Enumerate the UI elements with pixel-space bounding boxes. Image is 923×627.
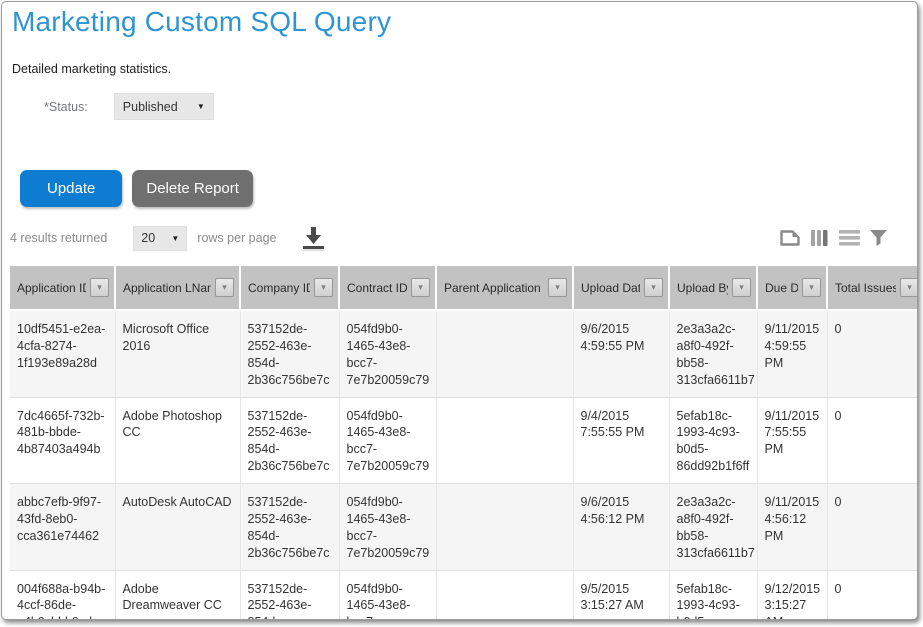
- column-header-application-lname[interactable]: Application LName▾: [115, 266, 240, 310]
- cell-upload-date: 9/6/2015 4:59:55 PM: [573, 310, 669, 397]
- column-header-upload-by[interactable]: Upload By▾: [669, 266, 757, 310]
- cell-application-lname: Adobe Photoshop CC: [115, 397, 240, 484]
- chevron-down-icon: ▼: [171, 234, 179, 243]
- column-header-upload-date[interactable]: Upload Date▾: [573, 266, 669, 310]
- cell-application-id: 004f688a-b94b-4ccf-86de-e4b9cbbb9cde: [10, 570, 115, 620]
- cell-application-lname: Microsoft Office 2016: [115, 310, 240, 397]
- cell-total-issues: 0: [827, 397, 918, 484]
- cell-parent-application-id: [436, 310, 573, 397]
- results-grid: Application ID▾ Application LName▾ Compa…: [10, 266, 917, 620]
- results-count: 4 results returned: [10, 231, 107, 245]
- cell-upload-by: 5efab18c-1993-4c93-b0d5-86dd92b1f6ff: [669, 570, 757, 620]
- chevron-down-icon: ▼: [197, 102, 205, 111]
- cell-application-lname: AutoDesk AutoCAD: [115, 484, 240, 571]
- chevron-down-icon: ▾: [321, 282, 326, 292]
- cell-due-date: 9/12/2015 3:15:27 AM: [757, 570, 827, 620]
- column-header-contract-id[interactable]: Contract ID▾: [339, 266, 436, 310]
- cell-due-date: 9/11/2015 4:56:12 PM: [757, 484, 827, 571]
- cell-upload-by: 5efab18c-1993-4c93-b0d5-86dd92b1f6ff: [669, 397, 757, 484]
- column-menu-button[interactable]: ▾: [314, 278, 333, 297]
- table-row: abbc7efb-9f97-43fd-8eb0-cca361e74462 Aut…: [10, 484, 918, 571]
- cell-application-id: 10df5451-e2ea-4cfa-8274-1f193e89a28d: [10, 310, 115, 397]
- cell-company-id: 537152de-2552-463e-854d-2b36c756be7c: [240, 310, 339, 397]
- cell-total-issues: 0: [827, 310, 918, 397]
- cell-parent-application-id: [436, 397, 573, 484]
- page-export-icon[interactable]: [779, 229, 801, 247]
- rows-icon[interactable]: [839, 230, 860, 246]
- cell-upload-date: 9/6/2015 4:56:12 PM: [573, 484, 669, 571]
- chevron-down-icon: ▾: [97, 282, 102, 292]
- column-menu-button[interactable]: ▾: [548, 278, 567, 297]
- column-header-application-id[interactable]: Application ID▾: [10, 266, 115, 310]
- cell-upload-date: 9/5/2015 3:15:27 AM: [573, 570, 669, 620]
- cell-parent-application-id: [436, 570, 573, 620]
- filter-icon[interactable]: [870, 230, 887, 246]
- chevron-down-icon: ▾: [222, 282, 227, 292]
- column-menu-button[interactable]: ▾: [411, 278, 430, 297]
- column-menu-button[interactable]: ▾: [732, 278, 751, 297]
- cell-due-date: 9/11/2015 4:59:55 PM: [757, 310, 827, 397]
- cell-company-id: 537152de-2552-463e-854d-2b36c756be7c: [240, 484, 339, 571]
- grid-view-icons: [779, 229, 887, 247]
- column-menu-button[interactable]: ▾: [90, 278, 109, 297]
- column-header-company-id[interactable]: Company ID▾: [240, 266, 339, 310]
- cell-upload-date: 9/4/2015 7:55:55 PM: [573, 397, 669, 484]
- table-row: 10df5451-e2ea-4cfa-8274-1f193e89a28d Mic…: [10, 310, 918, 397]
- column-header-parent-application-id[interactable]: Parent Application ID▾: [436, 266, 573, 310]
- page-subtitle: Detailed marketing statistics.: [12, 62, 917, 76]
- column-header-due-date[interactable]: Due Date▾: [757, 266, 827, 310]
- status-select[interactable]: Published ▼: [114, 93, 214, 120]
- rows-per-page-label: rows per page: [197, 231, 276, 245]
- cell-contract-id: 054fd9b0-1465-43e8-bcc7-7e7b20059c79: [339, 570, 436, 620]
- chevron-down-icon: ▾: [907, 282, 912, 292]
- cell-due-date: 9/11/2015 7:55:55 PM: [757, 397, 827, 484]
- columns-icon[interactable]: [811, 229, 829, 247]
- cell-company-id: 537152de-2552-463e-854d-2b36c756be7c: [240, 397, 339, 484]
- column-menu-button[interactable]: ▾: [900, 278, 918, 297]
- chevron-down-icon: ▾: [739, 282, 744, 292]
- grid-toolbar: 4 results returned 20 ▼ rows per page: [2, 224, 917, 252]
- cell-contract-id: 054fd9b0-1465-43e8-bcc7-7e7b20059c79: [339, 310, 436, 397]
- column-menu-button[interactable]: ▾: [215, 278, 234, 297]
- cell-contract-id: 054fd9b0-1465-43e8-bcc7-7e7b20059c79: [339, 484, 436, 571]
- cell-parent-application-id: [436, 484, 573, 571]
- cell-contract-id: 054fd9b0-1465-43e8-bcc7-7e7b20059c79: [339, 397, 436, 484]
- page-size-value: 20: [141, 231, 155, 245]
- update-button[interactable]: Update: [20, 170, 122, 207]
- column-menu-button[interactable]: ▾: [802, 278, 821, 297]
- cell-application-id: abbc7efb-9f97-43fd-8eb0-cca361e74462: [10, 484, 115, 571]
- chevron-down-icon: ▾: [809, 282, 814, 292]
- chevron-down-icon: ▾: [418, 282, 423, 292]
- page-size-select[interactable]: 20 ▼: [133, 226, 187, 251]
- table-row: 7dc4665f-732b-481b-bbde-4b87403a494b Ado…: [10, 397, 918, 484]
- cell-company-id: 537152de-2552-463e-854d-2b36c756be7c: [240, 570, 339, 620]
- cell-upload-by: 2e3a3a2c-a8f0-492f-bb58-313cfa6611b7: [669, 310, 757, 397]
- cell-application-id: 7dc4665f-732b-481b-bbde-4b87403a494b: [10, 397, 115, 484]
- column-menu-button[interactable]: ▾: [644, 278, 663, 297]
- header-row: Application ID▾ Application LName▾ Compa…: [10, 266, 918, 310]
- status-label: *Status:: [44, 100, 88, 114]
- chevron-down-icon: ▾: [555, 282, 560, 292]
- download-icon[interactable]: [301, 225, 326, 251]
- cell-total-issues: 0: [827, 570, 918, 620]
- table-row: 004f688a-b94b-4ccf-86de-e4b9cbbb9cde Ado…: [10, 570, 918, 620]
- action-buttons: Update Delete Report: [20, 170, 917, 207]
- delete-report-button[interactable]: Delete Report: [132, 170, 253, 207]
- cell-upload-by: 2e3a3a2c-a8f0-492f-bb58-313cfa6611b7: [669, 484, 757, 571]
- status-row: *Status: Published ▼: [44, 93, 917, 120]
- column-header-total-issues[interactable]: Total Issues▾: [827, 266, 918, 310]
- cell-application-lname: Adobe Dreamweaver CC: [115, 570, 240, 620]
- status-select-value: Published: [123, 100, 178, 114]
- page-title: Marketing Custom SQL Query: [12, 6, 917, 38]
- chevron-down-icon: ▾: [651, 282, 656, 292]
- report-window: Marketing Custom SQL Query Detailed mark…: [1, 1, 918, 620]
- cell-total-issues: 0: [827, 484, 918, 571]
